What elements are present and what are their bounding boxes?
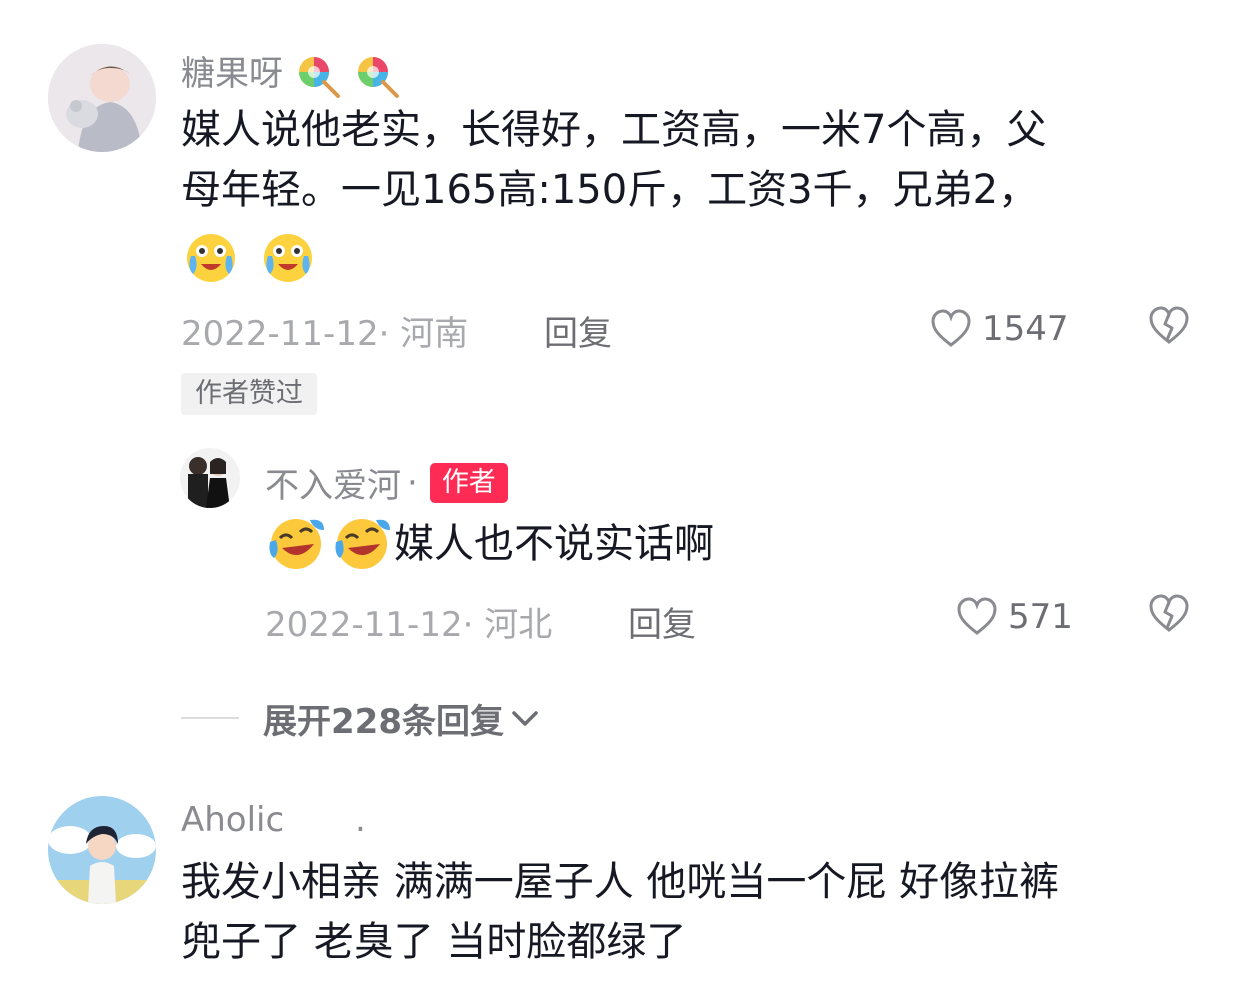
like-button[interactable]: 571 (956, 592, 1073, 642)
username-separator: · (407, 462, 418, 503)
like-count: 571 (1008, 597, 1073, 637)
reply-button[interactable]: 回复 (544, 306, 612, 355)
comment-line: 母年轻。一见165高:150斤，工资3千，兄弟2， (181, 167, 1039, 213)
chevron-down-icon (512, 711, 538, 726)
reply-meta: 2022-11-12· 河北 (265, 597, 552, 646)
comment-line: 我发小相亲 满满一屋子人 他咣当一个屁 好像拉裤 (181, 859, 1060, 905)
baby-avatar-image (48, 44, 156, 152)
comment-date: 2022-11-12 (181, 314, 379, 354)
tears-of-joy-icon (187, 234, 235, 282)
username[interactable]: Aholic . (181, 800, 366, 840)
lollipop-icon (357, 56, 399, 98)
avatar[interactable] (48, 44, 156, 152)
tears-of-joy-icon (263, 234, 312, 282)
dislike-button[interactable] (1148, 306, 1190, 350)
meta-separator: · (462, 605, 485, 645)
author-tag: 作者 (429, 462, 508, 503)
comment-text: 我发小相亲 满满一屋子人 他咣当一个屁 好像拉裤 兜子了 老臭了 当时脸都绿了 (181, 852, 1191, 972)
username-text: Aholic (181, 800, 285, 840)
username-text: 糖果呀 (181, 54, 283, 94)
reply-text-content: 媒人也不说实话啊 (394, 521, 714, 567)
like-count: 1547 (982, 309, 1069, 349)
avatar[interactable] (48, 796, 156, 904)
comment-line: 兜子了 老臭了 当时脸都绿了 (181, 919, 687, 965)
couple-avatar-image (180, 448, 240, 508)
like-button[interactable]: 1547 (930, 304, 1069, 354)
lollipop-icon (298, 56, 340, 98)
reply-date: 2022-11-12 (265, 605, 463, 645)
expand-replies-button[interactable]: 展开228条回复 (181, 694, 540, 742)
reply-text: 媒人也不说实话啊 (266, 514, 714, 574)
rolling-laugh-icon (269, 519, 324, 569)
comment-meta: 2022-11-12· 河南 (181, 306, 468, 355)
dislike-button[interactable] (1148, 594, 1190, 638)
rolling-laugh-icon (335, 519, 390, 569)
anime-boy-avatar-image (48, 796, 156, 904)
reply-location: 河北 (484, 605, 553, 645)
heart-icon (931, 309, 971, 347)
reply-header: 不入爱河 · 作者 (265, 458, 508, 507)
comment-line: 媒人说他老实，长得好，工资高，一米7个高，父 (181, 107, 1047, 153)
username-separator: . (355, 800, 366, 840)
meta-separator: · (378, 314, 401, 354)
reply-button[interactable]: 回复 (628, 597, 696, 646)
username[interactable]: 糖果呀 (181, 46, 401, 100)
comment-location: 河南 (400, 314, 469, 354)
username[interactable]: 不入爱河 (265, 458, 401, 507)
heart-icon (957, 597, 997, 635)
broken-heart-icon (1149, 306, 1189, 344)
broken-heart-icon (1149, 594, 1189, 632)
expand-replies-label: 展开228条回复 (263, 701, 504, 742)
comment-emoji-line (181, 220, 1181, 290)
avatar[interactable] (180, 448, 240, 508)
comment-text: 媒人说他老实，长得好，工资高，一米7个高，父 母年轻。一见165高:150斤，工… (181, 100, 1181, 290)
author-liked-badge: 作者赞过 (181, 373, 317, 415)
divider-line (181, 717, 239, 719)
